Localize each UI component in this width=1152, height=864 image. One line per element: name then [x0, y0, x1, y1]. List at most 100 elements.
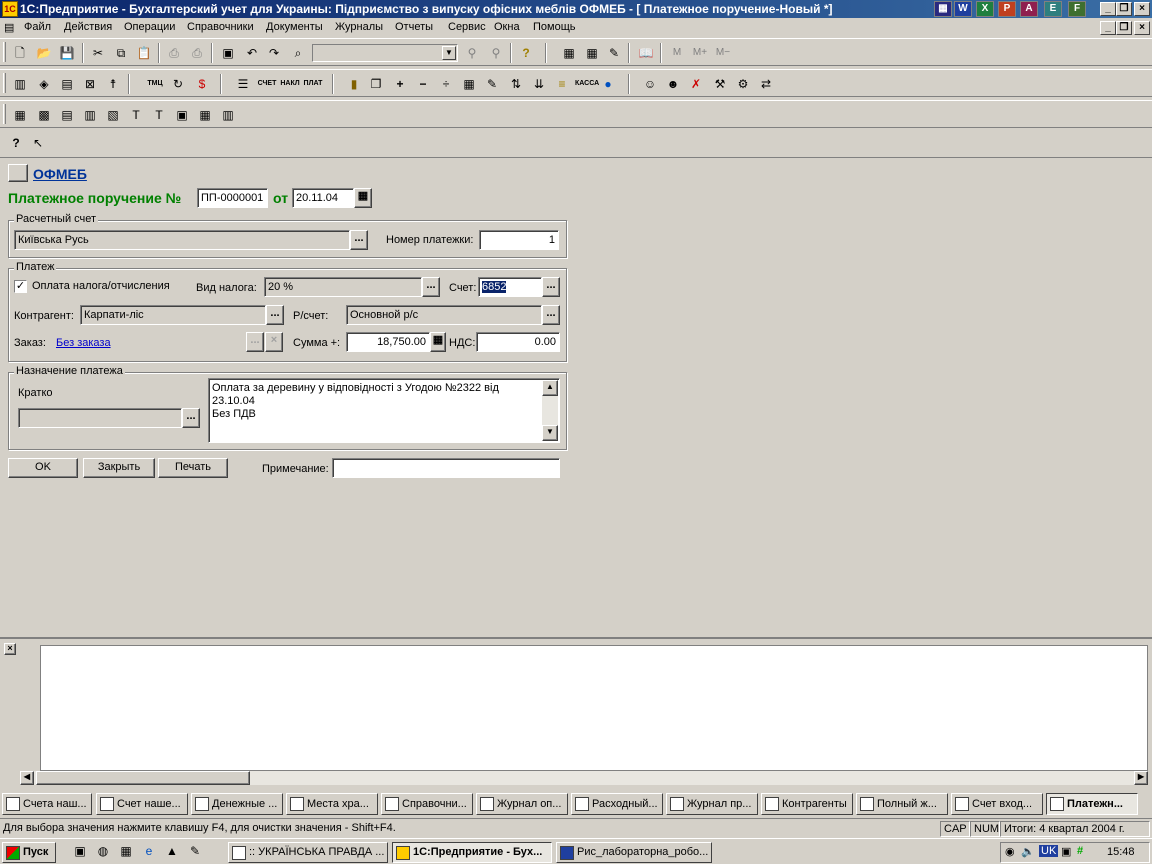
report-card-icon[interactable]: ▤ — [57, 105, 77, 125]
app-icon[interactable]: 1C — [2, 1, 18, 17]
help-icon[interactable]: ? — [516, 43, 536, 63]
menu-operations[interactable]: Операции — [124, 21, 175, 33]
cash-button[interactable]: КАССА — [575, 74, 599, 94]
close-button[interactable]: Закрыть — [83, 458, 155, 478]
order-clear-icon[interactable]: × — [265, 332, 283, 352]
report-chess-icon[interactable]: ▩ — [34, 105, 54, 125]
counterparty-select-button[interactable]: ... — [266, 305, 284, 325]
chevron-down-icon[interactable]: ▼ — [442, 46, 456, 60]
memory-plus-button[interactable]: M+ — [690, 43, 710, 63]
volume-icon[interactable]: 🔈 — [1021, 845, 1035, 858]
tax-checkbox[interactable]: ✓ — [14, 280, 27, 293]
doc-menu-icon[interactable]: ▤ — [4, 21, 14, 34]
excel-icon[interactable]: X — [976, 1, 994, 17]
save-icon[interactable]: 💾 — [57, 43, 77, 63]
window-tab-2[interactable]: Счет наше... — [96, 793, 188, 815]
window-tab-11[interactable]: Счет вход... — [951, 793, 1043, 815]
people-group-icon[interactable]: ☻ — [663, 74, 683, 94]
copy-doc-icon[interactable]: ❐ — [366, 74, 386, 94]
find-icon[interactable]: ⌕ — [288, 43, 308, 63]
purpose-textarea[interactable]: Оплата за деревину у відповідності з Уго… — [208, 378, 560, 443]
refresh-icon[interactable]: ↻ — [168, 74, 188, 94]
window-tab-6[interactable]: Журнал оп... — [476, 793, 568, 815]
book-icon[interactable]: 📖 — [636, 43, 656, 63]
scroll-thumb[interactable] — [36, 771, 250, 785]
child-restore-icon[interactable]: ❐ — [1116, 21, 1132, 35]
outlook-icon[interactable]: E — [1044, 1, 1062, 17]
tax-type-select-button[interactable]: ... — [422, 277, 440, 297]
restore-icon[interactable]: ❐ — [1116, 2, 1132, 16]
memory-m-button[interactable]: M — [667, 43, 687, 63]
find-prev-icon[interactable]: ⚲ — [486, 43, 506, 63]
quicklaunch-icon-1[interactable]: ▣ — [70, 841, 90, 861]
minus-icon[interactable]: − — [413, 74, 433, 94]
toolbar-grip[interactable] — [3, 104, 6, 124]
sum-field[interactable]: 18,750.00 — [346, 332, 430, 352]
message-hscrollbar[interactable]: ◀ ▶ — [20, 771, 1148, 785]
book-icon[interactable]: ▮ — [344, 74, 364, 94]
payment-button[interactable]: ПЛАТ — [303, 74, 323, 94]
operations-journal-icon[interactable]: ◈ — [34, 74, 54, 94]
quicklaunch-icon-3[interactable]: ▦ — [116, 841, 136, 861]
child-minimize-icon[interactable]: _ — [1100, 21, 1116, 35]
people-icon[interactable]: ☨ — [103, 74, 123, 94]
window-tab-5[interactable]: Справочни... — [381, 793, 473, 815]
form-icon[interactable]: ▣ — [218, 43, 238, 63]
brief-field[interactable] — [18, 408, 182, 428]
close-period-icon[interactable]: ✗ — [686, 74, 706, 94]
office-shortcut-icon[interactable]: ▦ — [934, 1, 952, 17]
menu-journals[interactable]: Журналы — [335, 21, 383, 33]
quicklaunch-icon-2[interactable]: ◍ — [93, 841, 113, 861]
redo-icon[interactable]: ↷ — [264, 43, 284, 63]
scroll-down-icon[interactable]: ▼ — [542, 425, 558, 441]
message-panel-close-icon[interactable]: × — [4, 643, 16, 655]
window-tab-9[interactable]: Контрагенты — [761, 793, 853, 815]
menu-actions[interactable]: Действия — [64, 21, 112, 33]
quicklaunch-icon-6[interactable]: ✎ — [185, 841, 205, 861]
window-tab-12[interactable]: Платежн... — [1046, 793, 1138, 815]
waybill-button[interactable]: НАКЛ — [280, 74, 300, 94]
date-field[interactable]: 20.11.04 — [292, 188, 354, 208]
print-preview-icon[interactable]: ⎙ — [187, 43, 207, 63]
brief-select-button[interactable]: ... — [182, 408, 200, 428]
window-tab-7[interactable]: Расходный... — [571, 793, 663, 815]
report-analysis-icon[interactable]: ▥ — [80, 105, 100, 125]
window-tab-3[interactable]: Денежные ... — [191, 793, 283, 815]
report-summary-icon[interactable]: ▣ — [172, 105, 192, 125]
window-tab-10[interactable]: Полный ж... — [856, 793, 948, 815]
print-icon[interactable]: ⎙ — [164, 43, 184, 63]
copy-icon[interactable]: ⧉ — [111, 43, 131, 63]
tray-icon-network[interactable]: ▣ — [1061, 845, 1071, 858]
child-close-icon[interactable]: × — [1134, 21, 1150, 35]
payment-no-field[interactable]: 1 — [479, 230, 559, 250]
exchange-icon[interactable]: ⇄ — [756, 74, 776, 94]
ie-icon[interactable]: e — [139, 841, 159, 861]
calculator-icon[interactable]: ▦ — [559, 43, 579, 63]
tmc-button[interactable]: ТМЦ — [145, 74, 165, 94]
plus-icon[interactable]: + — [390, 74, 410, 94]
note-field[interactable] — [332, 458, 560, 478]
context-help-icon[interactable]: ↖ — [28, 133, 48, 153]
counterparty-field[interactable]: Карпати-ліс — [80, 305, 266, 325]
report-journal-icon[interactable]: ▧ — [103, 105, 123, 125]
toolbar-grip[interactable] — [3, 42, 6, 62]
report-t-icon[interactable]: T — [126, 105, 146, 125]
org-select-button[interactable] — [8, 164, 28, 182]
messages-icon[interactable]: ✎ — [604, 43, 624, 63]
undo-icon[interactable]: ↶ — [242, 43, 262, 63]
menu-service[interactable]: Сервис — [448, 21, 486, 33]
search-combo[interactable]: ▼ — [312, 44, 458, 62]
coins-icon[interactable]: ≡ — [552, 74, 572, 94]
menu-help[interactable]: Помощь — [533, 21, 576, 33]
new-icon[interactable]: 🗋 — [10, 43, 30, 63]
print-button[interactable]: Печать — [158, 458, 228, 478]
divide-icon[interactable]: ÷ — [436, 74, 456, 94]
tax-type-field[interactable]: 20 % — [264, 277, 422, 297]
doc-number-field[interactable]: ПП-0000001 — [197, 188, 268, 208]
arrows-down-icon[interactable]: ⇊ — [529, 74, 549, 94]
order-select-button[interactable]: ... — [246, 332, 264, 352]
close-icon[interactable]: × — [1134, 2, 1150, 16]
menu-catalogs[interactable]: Справочники — [187, 21, 254, 33]
scroll-right-icon[interactable]: ▶ — [1134, 771, 1148, 785]
ok-button[interactable]: OK — [8, 458, 78, 478]
